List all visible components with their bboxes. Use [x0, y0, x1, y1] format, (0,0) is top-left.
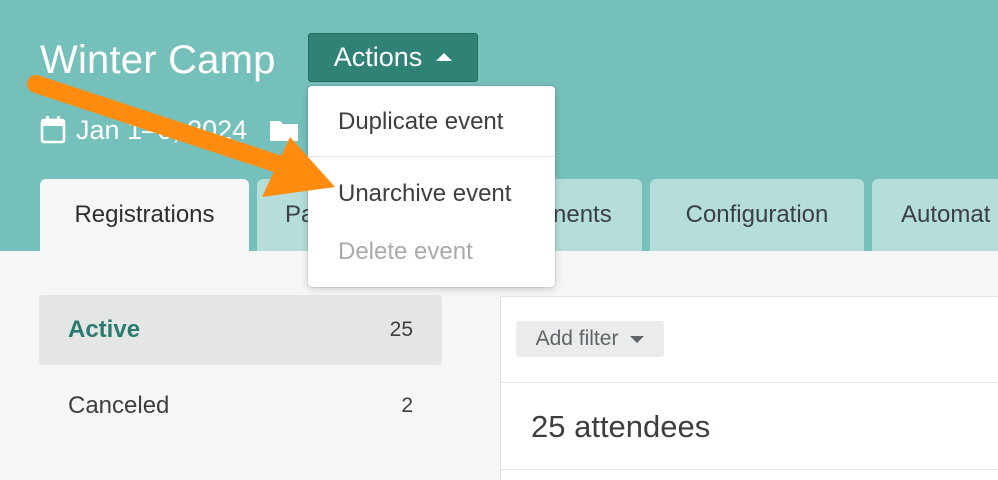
sidebar-item-label: Active: [68, 316, 141, 343]
divider: [501, 469, 998, 470]
actions-button-label: Actions: [333, 42, 423, 72]
attendees-count: 25 attendees: [531, 409, 711, 444]
sidebar-item-active[interactable]: Active 25: [39, 295, 442, 365]
attendees-panel: Add filter 25 attendees: [500, 296, 998, 480]
event-date: Jan 1–6, 2024: [40, 115, 247, 146]
menu-item-duplicate-event[interactable]: Duplicate event: [308, 97, 555, 147]
menu-divider: [308, 156, 555, 157]
add-filter-button[interactable]: Add filter: [516, 321, 664, 357]
sidebar-item-canceled[interactable]: Canceled 2: [39, 371, 442, 441]
add-filter-label: Add filter: [535, 327, 619, 350]
event-title: Winter Camp: [40, 38, 276, 82]
sidebar-item-label: Canceled: [68, 392, 170, 419]
tab-configuration[interactable]: Configuration: [650, 179, 864, 251]
calendar-icon: [40, 116, 66, 144]
caret-up-icon: [436, 52, 453, 61]
actions-dropdown-menu: Duplicate event Unarchive event Delete e…: [308, 86, 555, 287]
event-date-text: Jan 1–6, 2024: [76, 114, 248, 145]
tab-registrations[interactable]: Registrations: [40, 179, 249, 251]
sidebar-item-count: 25: [389, 318, 413, 341]
actions-button[interactable]: Actions: [308, 33, 478, 82]
page: Winter Camp Actions Jan 1–6, 2024 Regist…: [0, 0, 998, 480]
folder-icon: [270, 121, 299, 141]
caret-down-icon: [630, 335, 645, 343]
tab-automations[interactable]: Automat: [872, 179, 998, 251]
menu-item-unarchive-event[interactable]: Unarchive event: [308, 169, 555, 219]
menu-item-delete-event: Delete event: [338, 238, 473, 265]
divider: [501, 382, 998, 383]
event-meta: Jan 1–6, 2024: [40, 112, 321, 148]
event-folder: [269, 118, 299, 142]
sidebar-item-count: 2: [401, 394, 413, 417]
